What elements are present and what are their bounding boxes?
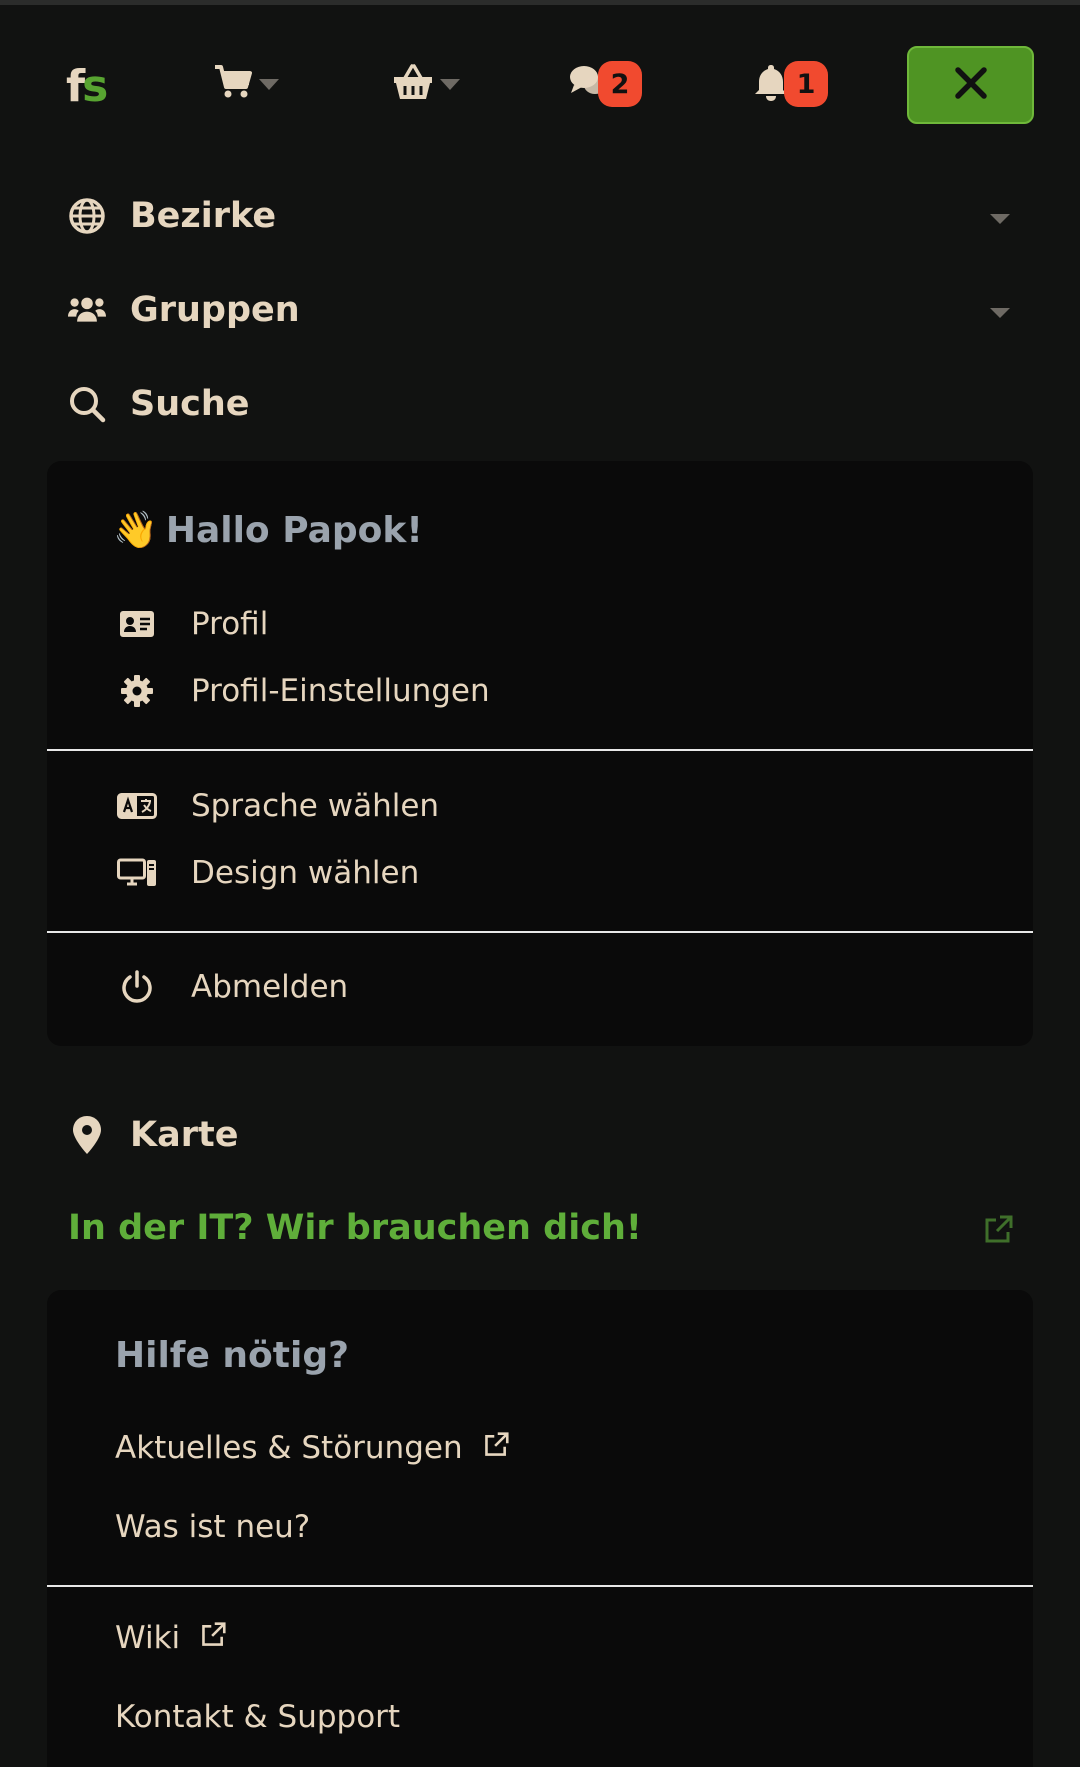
shopping-cart-icon [213,63,253,105]
power-icon [117,969,157,1005]
menu-language-label: Sprache wählen [191,788,440,824]
messages-button[interactable]: 2 [568,58,642,110]
menu-design-label: Design wählen [191,855,420,891]
menu-profile-label: Profil [191,606,269,642]
top-navbar: fs 2 1 [0,0,1080,170]
nav-map[interactable]: Karte [68,1115,238,1155]
messages-count-badge: 2 [598,61,642,107]
id-card-icon [117,606,157,642]
chevron-down-icon[interactable] [990,214,1010,224]
waving-hand-emoji: 👋 [113,510,158,551]
search-icon [68,385,106,423]
menu-profile[interactable]: Profil [117,606,268,642]
foodsharing-logo[interactable]: fs [66,60,108,112]
help-wiki-label: Wiki [115,1620,181,1656]
nav-map-label: Karte [130,1115,239,1155]
help-wiki-link[interactable]: Wiki [115,1620,226,1656]
chevron-down-icon [440,78,460,90]
menu-language[interactable]: Sprache wählen [117,788,439,824]
nav-districts-label: Bezirke [130,196,277,236]
help-whats-new-label: Was ist neu? [115,1509,311,1545]
users-icon [68,291,106,329]
user-greeting-text: Hallo Papok! [165,509,423,551]
menu-divider [47,1585,1033,1587]
basket-icon [392,62,434,106]
nav-districts[interactable]: Bezirke [68,196,276,236]
basket-dropdown[interactable] [392,58,460,110]
computer-icon [117,855,157,891]
help-news-link[interactable]: Aktuelles & Störungen [115,1430,509,1466]
help-contact-label: Kontakt & Support [115,1699,401,1735]
logo-letter-s: s [82,60,108,112]
gear-icon [117,673,157,709]
it-recruiting-link[interactable]: In der IT? Wir brauchen dich! [68,1208,642,1248]
menu-profile-settings-label: Profil-Einstellungen [191,673,490,709]
menu-divider [47,931,1033,933]
menu-design[interactable]: Design wählen [117,855,419,891]
menu-logout[interactable]: Abmelden [117,969,348,1005]
nav-groups-label: Gruppen [130,290,300,330]
chevron-down-icon[interactable] [990,308,1010,318]
notifications-button[interactable]: 1 [754,58,828,110]
external-link-icon [463,1430,509,1466]
help-whats-new-link[interactable]: Was ist neu? [115,1509,310,1545]
menu-profile-settings[interactable]: Profil-Einstellungen [117,673,490,709]
chevron-down-icon [259,78,279,90]
map-pin-icon [68,1116,106,1154]
nav-search-label: Suche [130,384,250,424]
notifications-count-badge: 1 [784,61,828,107]
help-menu-panel: Hilfe nötig? Aktuelles & Störungen Was i… [47,1290,1033,1767]
globe-icon [68,197,106,235]
external-link-icon[interactable] [983,1215,1013,1249]
help-contact-link[interactable]: Kontakt & Support [115,1699,400,1735]
external-link-icon [180,1620,226,1656]
user-greeting: 👋 Hallo Papok! [113,509,423,552]
nav-search[interactable]: Suche [68,384,250,424]
help-title: Hilfe nötig? [115,1335,349,1376]
nav-groups[interactable]: Gruppen [68,290,300,330]
user-menu-panel: 👋 Hallo Papok! Profil Profil-Einstellung… [47,461,1033,1046]
bell-icon [754,63,788,105]
close-menu-button[interactable] [907,46,1034,124]
menu-divider [47,749,1033,751]
help-news-label: Aktuelles & Störungen [115,1430,463,1466]
language-icon [117,788,157,824]
close-icon [954,66,988,104]
logo-letter-f: f [66,60,85,112]
menu-logout-label: Abmelden [191,969,349,1005]
cart-dropdown[interactable] [213,58,279,110]
